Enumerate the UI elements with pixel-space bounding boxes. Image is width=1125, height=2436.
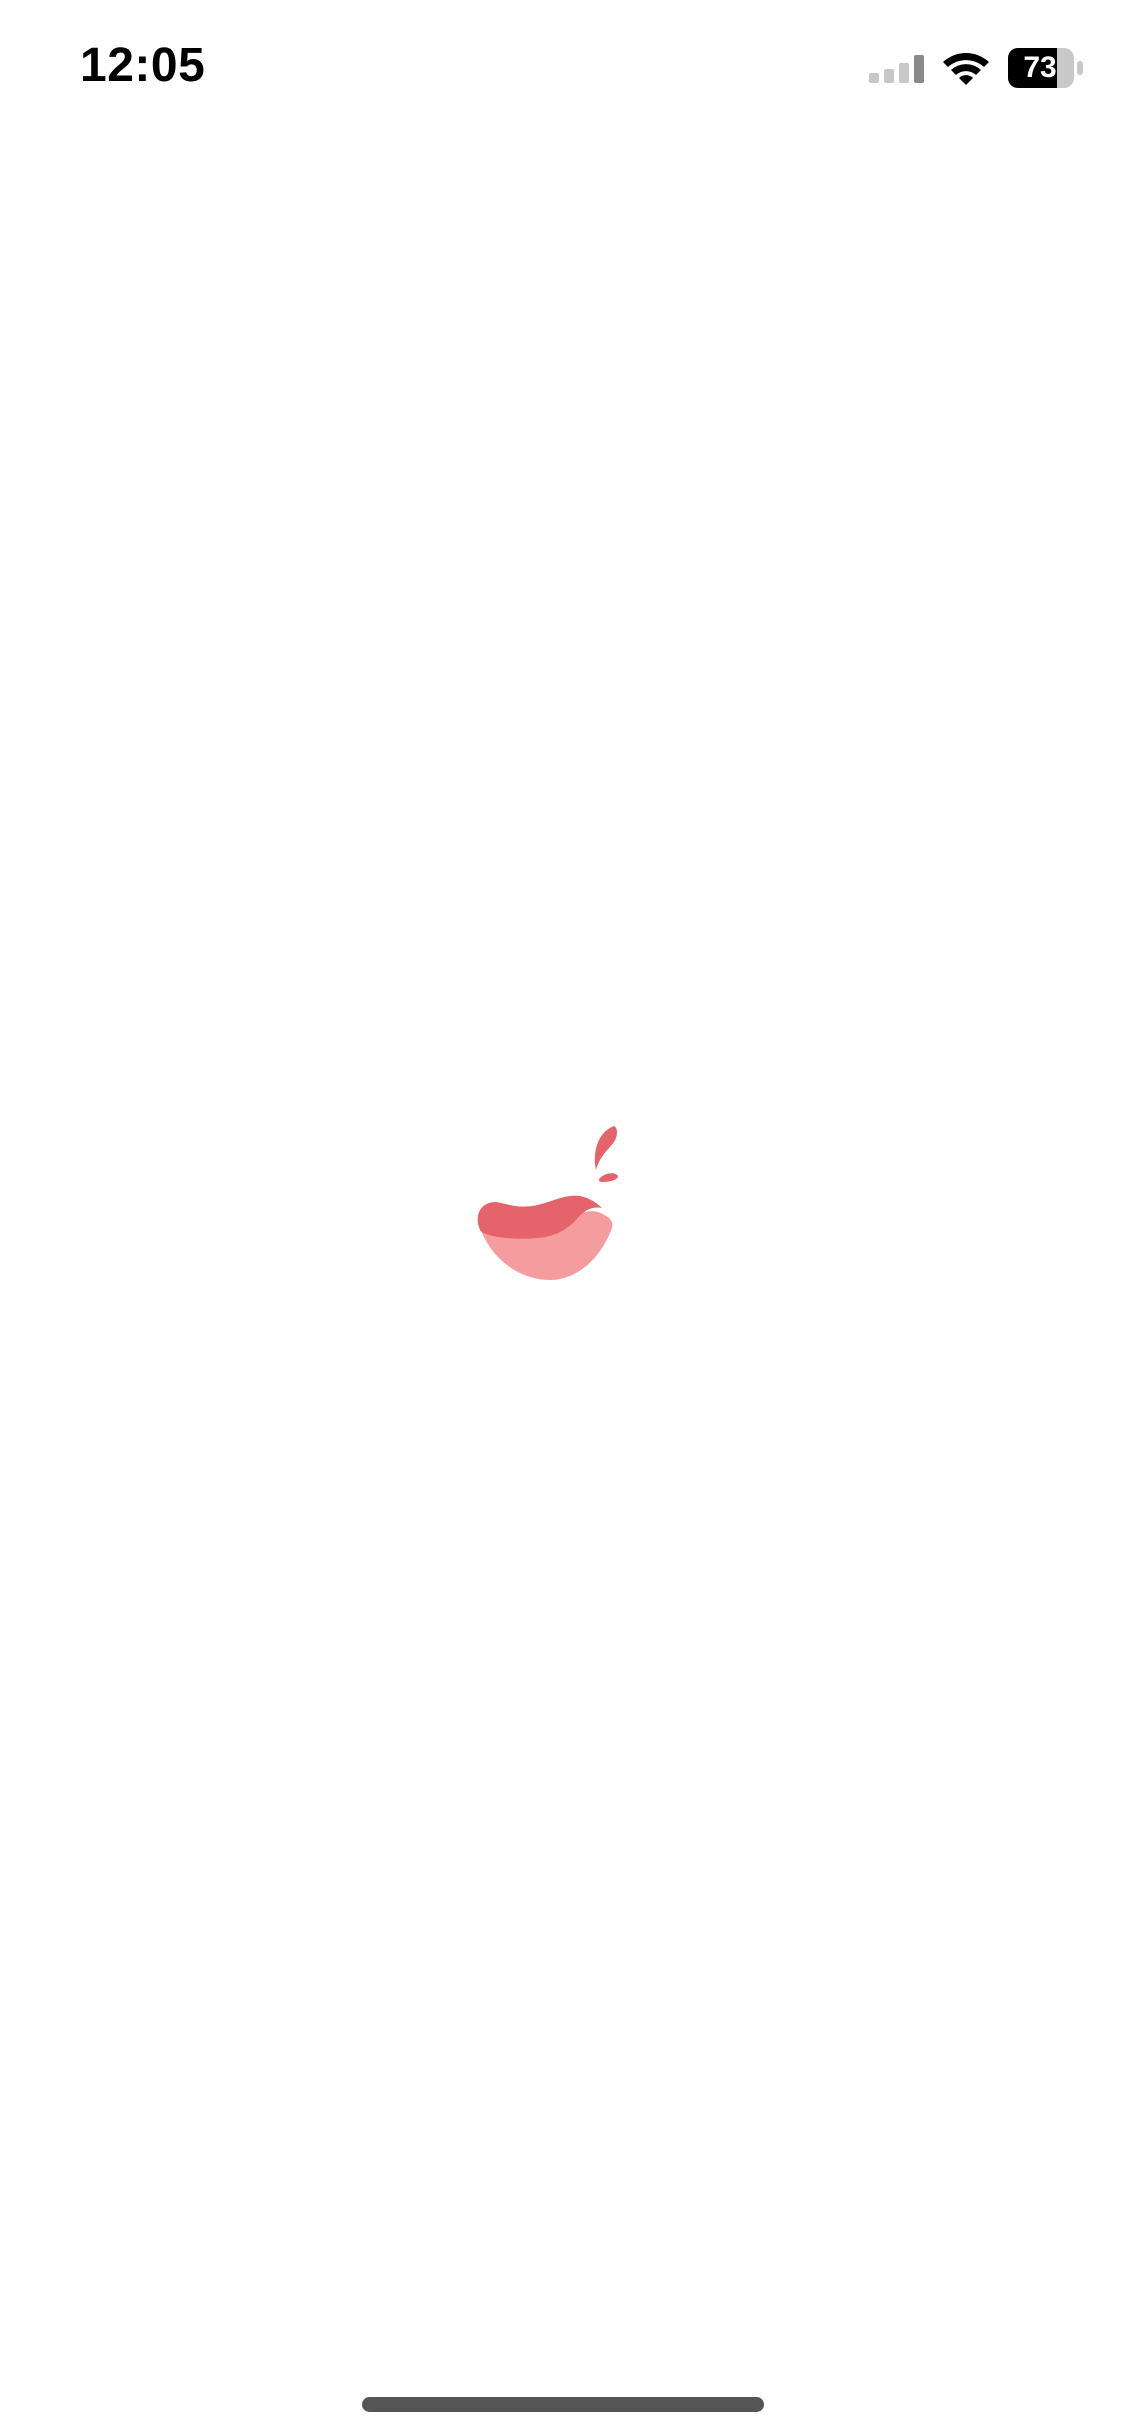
wifi-icon <box>943 53 989 85</box>
battery-percent: 73 <box>1023 51 1057 84</box>
status-bar: 12:05 73 <box>0 0 1125 140</box>
cellular-signal-icon <box>869 55 924 83</box>
status-time: 12:05 <box>80 39 206 92</box>
battery-indicator: 73 <box>1007 47 1085 89</box>
status-icons: 73 <box>869 46 1085 90</box>
app-logo-bowl-icon <box>477 1126 618 1280</box>
logo-droplet-small <box>598 1173 618 1182</box>
logo-droplet-large <box>594 1126 617 1170</box>
home-indicator[interactable] <box>362 2397 764 2412</box>
